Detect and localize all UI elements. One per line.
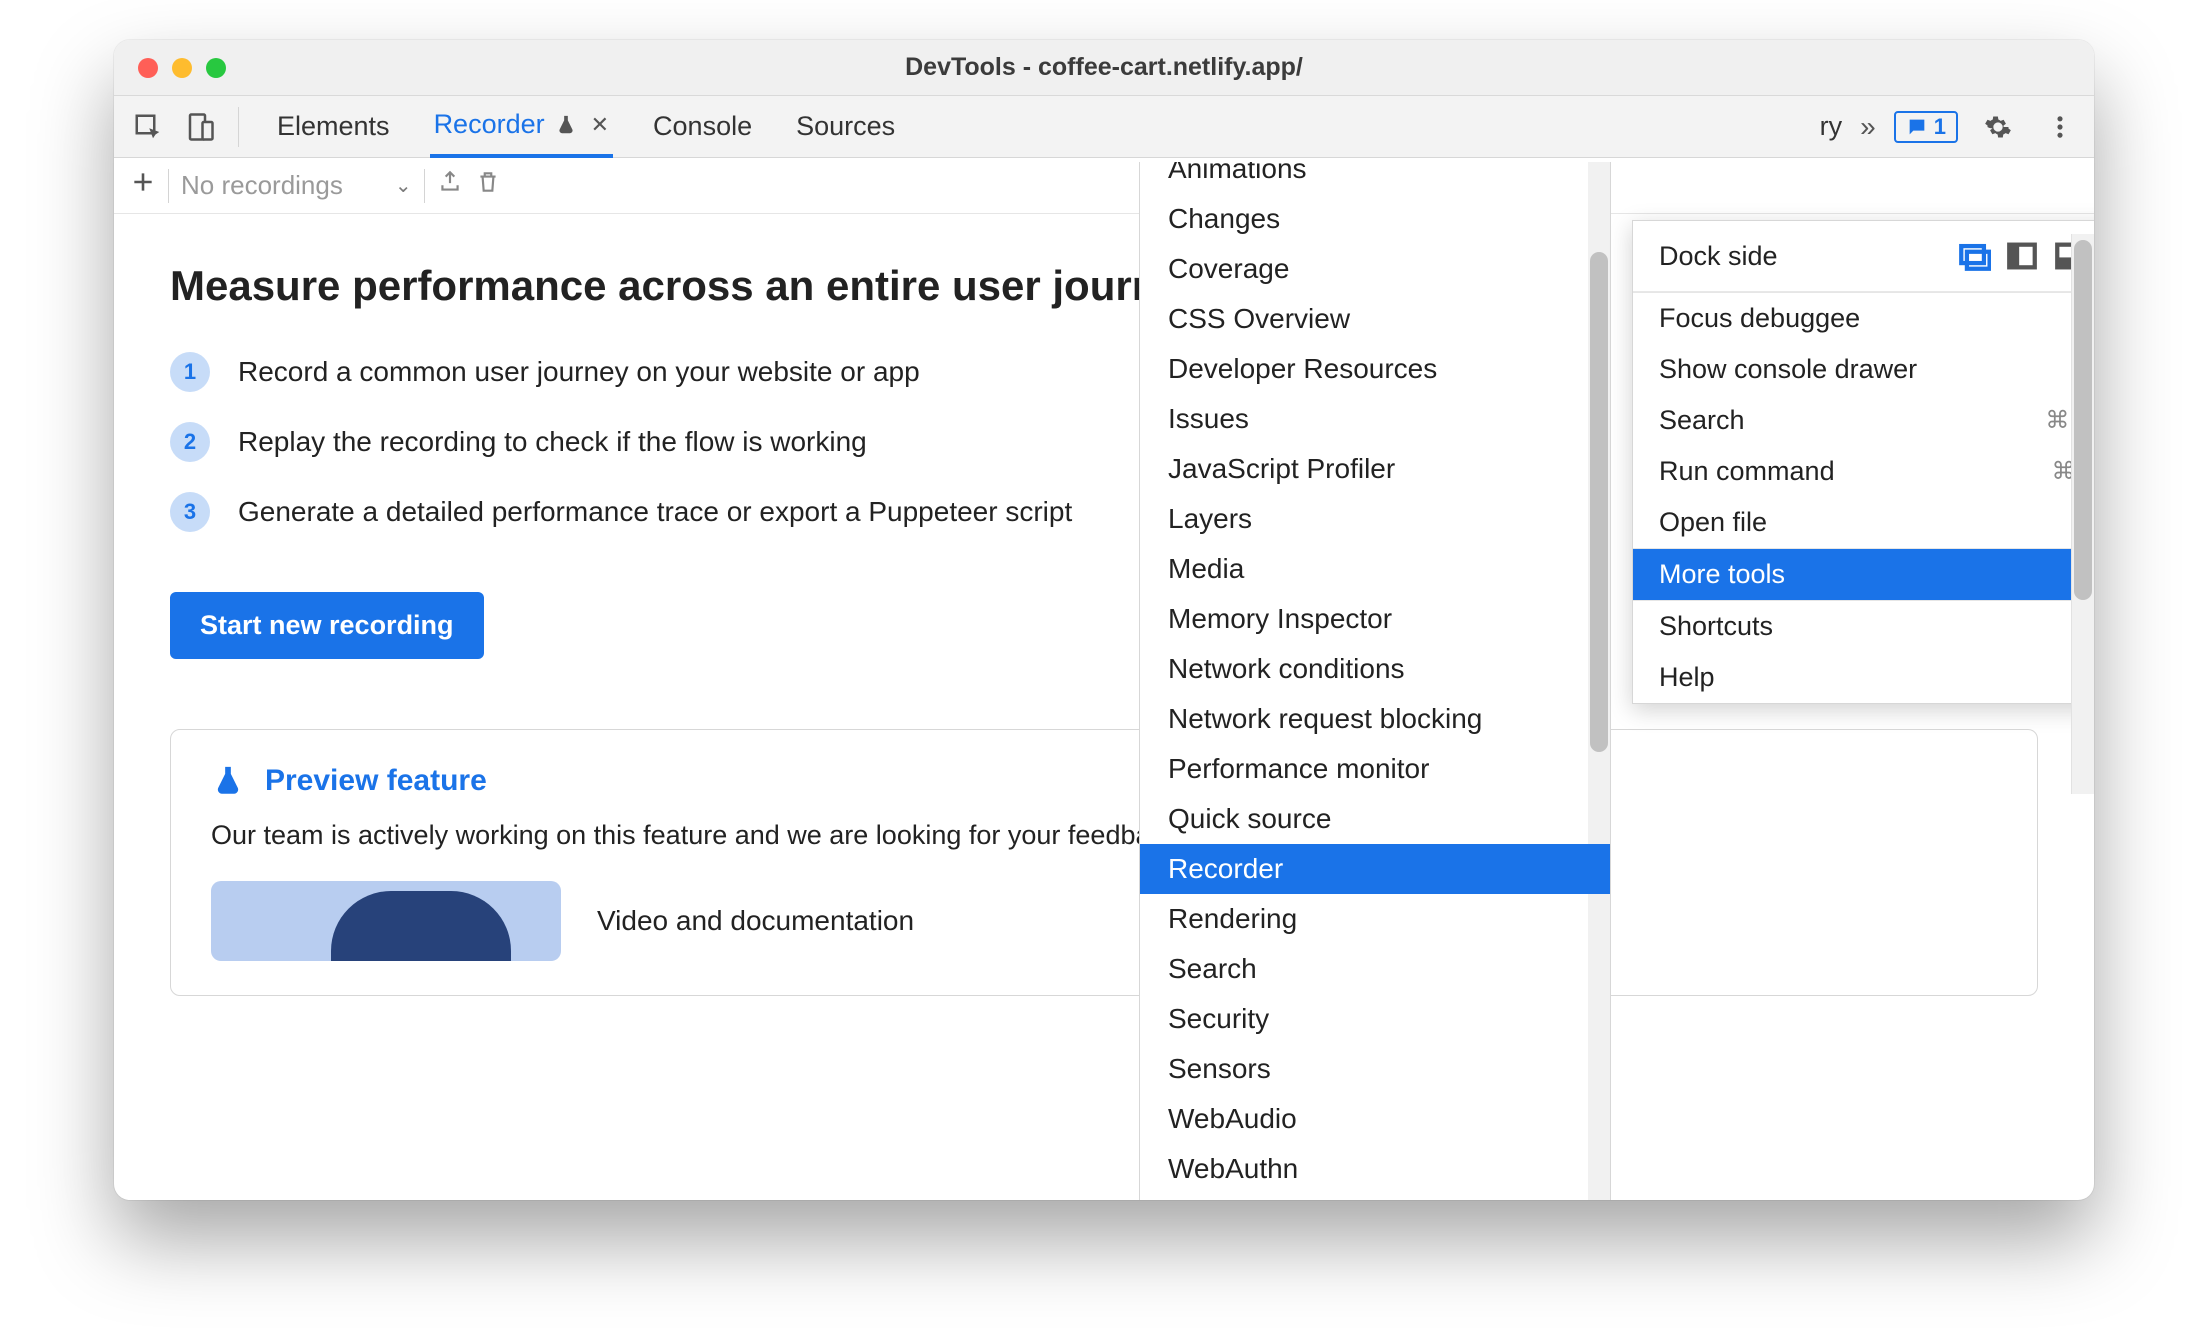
chevron-down-icon: ⌄ — [395, 173, 412, 198]
tab-recorder[interactable]: Recorder ✕ — [430, 96, 613, 158]
panel-tab-bar: Elements Recorder ✕ Console Sources ry »… — [114, 96, 2094, 158]
settings-icon[interactable] — [1976, 105, 2020, 149]
window-close-icon[interactable] — [138, 58, 158, 78]
recorder-toolbar: No recordings ⌄ — [114, 158, 2094, 214]
menu-item-open-file[interactable]: Open file⌘ P — [1633, 497, 2094, 548]
new-recording-icon[interactable] — [130, 169, 156, 202]
submenu-item[interactable]: Network request blocking — [1140, 694, 1610, 744]
menu-item-label: Help — [1659, 662, 1715, 693]
menu-item-show-console-drawer[interactable]: Show console drawerEsc — [1633, 344, 2094, 395]
tab-sources[interactable]: Sources — [792, 96, 899, 158]
submenu-item[interactable]: Media — [1140, 544, 1610, 594]
tab-close-icon[interactable]: ✕ — [591, 112, 609, 138]
submenu-item[interactable]: WebAuthn — [1140, 1144, 1610, 1194]
dock-side-row: Dock side — [1633, 221, 2094, 292]
menu-item-run-command[interactable]: Run command⌘ ⇧ P — [1633, 446, 2094, 497]
start-recording-button[interactable]: Start new recording — [170, 592, 484, 659]
menu-item-search[interactable]: Search⌘ ⌥ F — [1633, 395, 2094, 446]
dock-left-icon[interactable] — [2005, 239, 2039, 273]
window-minimize-icon[interactable] — [172, 58, 192, 78]
step-text: Replay the recording to check if the flo… — [238, 426, 867, 458]
step-badge: 3 — [170, 492, 210, 532]
tabs-overflow-icon[interactable]: » — [1860, 111, 1876, 143]
divider — [424, 169, 425, 203]
docs-label: Video and documentation — [597, 905, 914, 937]
preview-title: Preview feature — [265, 764, 487, 798]
step-text: Generate a detailed performance trace or… — [238, 496, 1072, 528]
delete-icon[interactable] — [475, 169, 501, 202]
submenu-item[interactable]: Layers — [1140, 494, 1610, 544]
tab-elements[interactable]: Elements — [273, 96, 394, 158]
menu-item-label: Shortcuts — [1659, 611, 1773, 642]
flask-icon — [211, 764, 245, 798]
menu-item-label: More tools — [1659, 559, 1785, 590]
submenu-item[interactable]: Security — [1140, 994, 1610, 1044]
messages-count: 1 — [1934, 114, 1946, 140]
submenu-item[interactable]: Rendering — [1140, 894, 1610, 944]
message-icon — [1906, 116, 1928, 138]
title-bar: DevTools - coffee-cart.netlify.app/ — [114, 40, 2094, 96]
submenu-item[interactable]: Performance monitor — [1140, 744, 1610, 794]
more-tools-submenu: AnimationsChangesCoverageCSS OverviewDev… — [1140, 162, 1610, 1200]
main-options-menu: Dock side Focus debuggee Show console dra… — [1632, 220, 2094, 704]
divider — [238, 107, 239, 147]
submenu-item[interactable]: Recorder — [1140, 844, 1610, 894]
submenu-item[interactable]: Quick source — [1140, 794, 1610, 844]
inspect-element-icon[interactable] — [126, 105, 170, 149]
device-toolbar-icon[interactable] — [178, 105, 222, 149]
dropdown-label: No recordings — [181, 170, 343, 201]
submenu-item[interactable]: Sensors — [1140, 1044, 1610, 1094]
step-badge: 1 — [170, 352, 210, 392]
dock-undock-icon[interactable] — [1957, 239, 1991, 273]
submenu-item[interactable]: Changes — [1140, 194, 1610, 244]
menu-item-label: Show console drawer — [1659, 354, 1917, 385]
submenu-item[interactable]: CSS Overview — [1140, 294, 1610, 344]
window-maximize-icon[interactable] — [206, 58, 226, 78]
menu-item-help[interactable]: Help▶ — [1633, 652, 2094, 703]
flask-icon — [555, 114, 577, 136]
devtools-window: DevTools - coffee-cart.netlify.app/ Elem… — [114, 40, 2094, 1200]
tab-label: Elements — [277, 111, 390, 142]
submenu-item[interactable]: What's New — [1140, 1194, 1610, 1200]
step-badge: 2 — [170, 422, 210, 462]
submenu-item[interactable]: Memory Inspector — [1140, 594, 1610, 644]
tab-console[interactable]: Console — [649, 96, 756, 158]
submenu-item[interactable]: Coverage — [1140, 244, 1610, 294]
tab-label: Console — [653, 111, 752, 142]
menu-item-label: Open file — [1659, 507, 1767, 538]
menu-item-label: Focus debuggee — [1659, 303, 1860, 334]
main-menu-scrollbar[interactable] — [2071, 234, 2094, 794]
export-icon[interactable] — [437, 169, 463, 202]
divider — [168, 169, 169, 203]
submenu-item[interactable]: WebAudio — [1140, 1094, 1610, 1144]
recordings-dropdown[interactable]: No recordings ⌄ — [181, 170, 412, 201]
video-thumbnail[interactable] — [211, 881, 561, 961]
menu-item-shortcuts[interactable]: Shortcuts — [1633, 601, 2094, 652]
menu-item-focus-debuggee[interactable]: Focus debuggee — [1633, 293, 2094, 344]
tab-overflow-partial[interactable]: ry — [1820, 111, 1843, 142]
submenu-item[interactable]: Developer Resources — [1140, 344, 1610, 394]
submenu-item[interactable]: Animations — [1140, 162, 1610, 194]
dock-label: Dock side — [1659, 241, 1778, 272]
tab-label: Recorder — [434, 109, 545, 140]
more-menu-icon[interactable] — [2038, 105, 2082, 149]
preview-text: Our team is actively working on this fea… — [211, 820, 1997, 851]
step-text: Record a common user journey on your web… — [238, 356, 920, 388]
submenu-item[interactable]: Network conditions — [1140, 644, 1610, 694]
submenu-item[interactable]: Search — [1140, 944, 1610, 994]
submenu-item[interactable]: Issues — [1140, 394, 1610, 444]
messages-badge[interactable]: 1 — [1894, 111, 1958, 143]
menu-item-label: Search — [1659, 405, 1745, 436]
preview-card: Preview feature Our team is actively wor… — [170, 729, 2038, 996]
window-title: DevTools - coffee-cart.netlify.app/ — [114, 53, 2094, 82]
tab-label: Sources — [796, 111, 895, 142]
main-menu-scrollbar-thumb[interactable] — [2074, 240, 2092, 600]
menu-item-label: Run command — [1659, 456, 1835, 487]
submenu-item[interactable]: JavaScript Profiler — [1140, 444, 1610, 494]
menu-item-more-tools[interactable]: More tools▶ — [1633, 549, 2094, 600]
